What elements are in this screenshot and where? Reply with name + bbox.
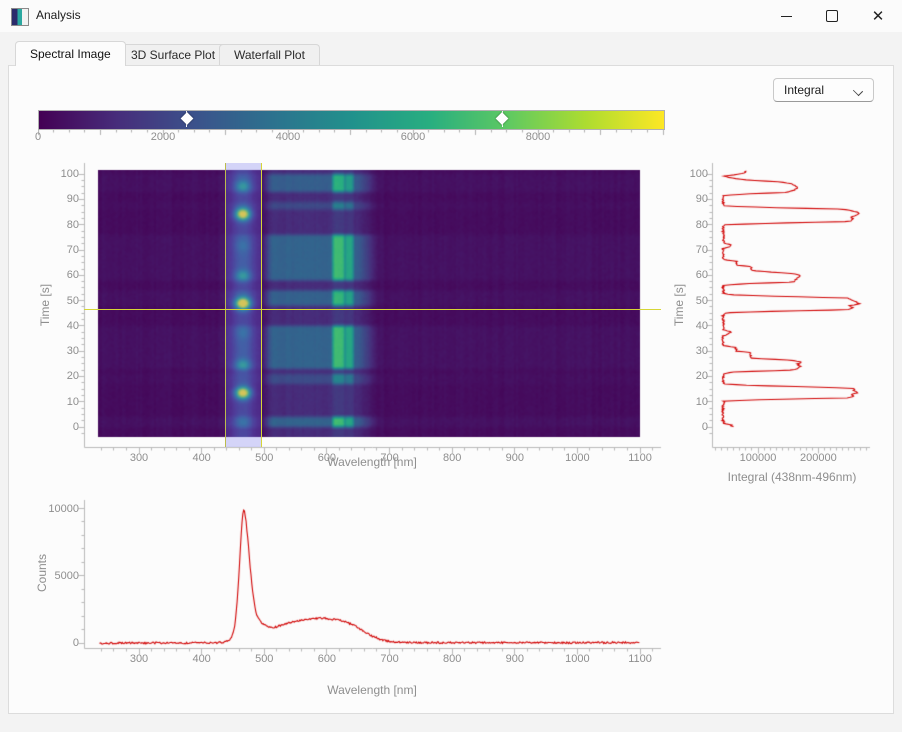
chevron-down-icon: [853, 86, 863, 96]
tick-label: 1100: [628, 452, 652, 464]
tick-label: 800: [443, 653, 461, 665]
analysis-window: Analysis ✕ Spectral Image 3D Surface Plo…: [0, 0, 902, 732]
maximize-button[interactable]: [809, 0, 855, 32]
tick-label: 80: [696, 219, 708, 231]
tab-label: Spectral Image: [30, 47, 111, 61]
tab-label: 3D Surface Plot: [131, 48, 215, 62]
tick-label: 40: [67, 320, 79, 332]
tick-label: 900: [506, 452, 524, 464]
dropdown-value: Integral: [784, 83, 824, 97]
tick-label: 1000: [565, 452, 589, 464]
crosshair-horizontal-line[interactable]: [84, 309, 661, 310]
tick-label: 400: [192, 452, 210, 464]
tick-label: 600: [318, 452, 336, 464]
integral-axis-label: Integral (438nm-496nm): [728, 470, 857, 484]
tick-label: 700: [380, 452, 398, 464]
tick-label: 30: [67, 345, 79, 357]
tick-label: 100: [690, 168, 708, 180]
minimize-button[interactable]: [763, 0, 809, 32]
tick-label: 300: [130, 653, 148, 665]
tick-label: 500: [255, 452, 273, 464]
maximize-icon: [826, 10, 838, 22]
minimize-icon: [781, 16, 792, 17]
tick-label: 300: [130, 452, 148, 464]
tick-label: 0: [35, 131, 41, 143]
tab-label: Waterfall Plot: [234, 48, 305, 62]
tick-label: 90: [67, 193, 79, 205]
tick-label: 400: [192, 653, 210, 665]
integral-mode-dropdown[interactable]: Integral: [773, 78, 874, 102]
tick-label: 10: [696, 396, 708, 408]
tick-label: 800: [443, 452, 461, 464]
tick-label: 10: [67, 396, 79, 408]
tick-label: 5000: [55, 570, 79, 582]
tick-label: 60: [696, 269, 708, 281]
close-icon: ✕: [872, 9, 885, 24]
tick-label: 40: [696, 320, 708, 332]
tick-label: 200000: [800, 452, 837, 464]
tab-waterfall-plot[interactable]: Waterfall Plot: [219, 44, 320, 65]
window-title: Analysis: [36, 8, 81, 22]
tick-label: 500: [255, 653, 273, 665]
tick-label: 8000: [526, 131, 550, 143]
tick-label: 0: [73, 637, 79, 649]
tick-label: 10000: [48, 503, 79, 515]
tab-spectral-image[interactable]: Spectral Image: [15, 41, 126, 66]
titlebar[interactable]: Analysis ✕: [0, 0, 902, 32]
tick-label: 0: [702, 421, 708, 433]
tick-label: 60: [67, 269, 79, 281]
tick-label: 6000: [401, 131, 425, 143]
tick-label: 4000: [276, 131, 300, 143]
tick-label: 1100: [628, 653, 652, 665]
time-axis-label-right: Time [s]: [672, 284, 686, 326]
crosshair-vertical-line[interactable]: [261, 163, 262, 447]
tick-label: 100000: [740, 452, 777, 464]
tick-label: 100: [61, 168, 79, 180]
tick-label: 80: [67, 219, 79, 231]
tab-bar: Spectral Image 3D Surface Plot Waterfall…: [0, 41, 902, 66]
tick-label: 1000: [565, 653, 589, 665]
tick-label: 2000: [151, 131, 175, 143]
tick-label: 70: [696, 244, 708, 256]
tick-label: 600: [318, 653, 336, 665]
tick-label: 30: [696, 345, 708, 357]
close-button[interactable]: ✕: [855, 0, 901, 32]
time-axis-label: Time [s]: [38, 284, 52, 326]
tick-label: 0: [73, 421, 79, 433]
tick-label: 50: [67, 295, 79, 307]
tick-label: 20: [67, 370, 79, 382]
colorbar-tick-strip: [38, 129, 665, 137]
tick-label: 900: [506, 653, 524, 665]
tick-label: 70: [67, 244, 79, 256]
integral-plot-canvas[interactable]: [700, 160, 874, 460]
tick-label: 20: [696, 370, 708, 382]
wavelength-axis-label-main: Wavelength [nm]: [327, 455, 417, 469]
app-icon: [11, 8, 29, 26]
tick-label: 50: [696, 295, 708, 307]
spectrum-plot-canvas[interactable]: [72, 496, 665, 656]
tab-3d-surface-plot[interactable]: 3D Surface Plot: [116, 44, 230, 65]
wavelength-axis-label-bottom: Wavelength [nm]: [327, 683, 417, 697]
tick-label: 90: [696, 193, 708, 205]
wavelength-selection-region[interactable]: [225, 163, 262, 447]
tick-label: 700: [380, 653, 398, 665]
counts-axis-label: Counts: [35, 554, 49, 592]
colorbar-gradient[interactable]: [38, 110, 665, 130]
